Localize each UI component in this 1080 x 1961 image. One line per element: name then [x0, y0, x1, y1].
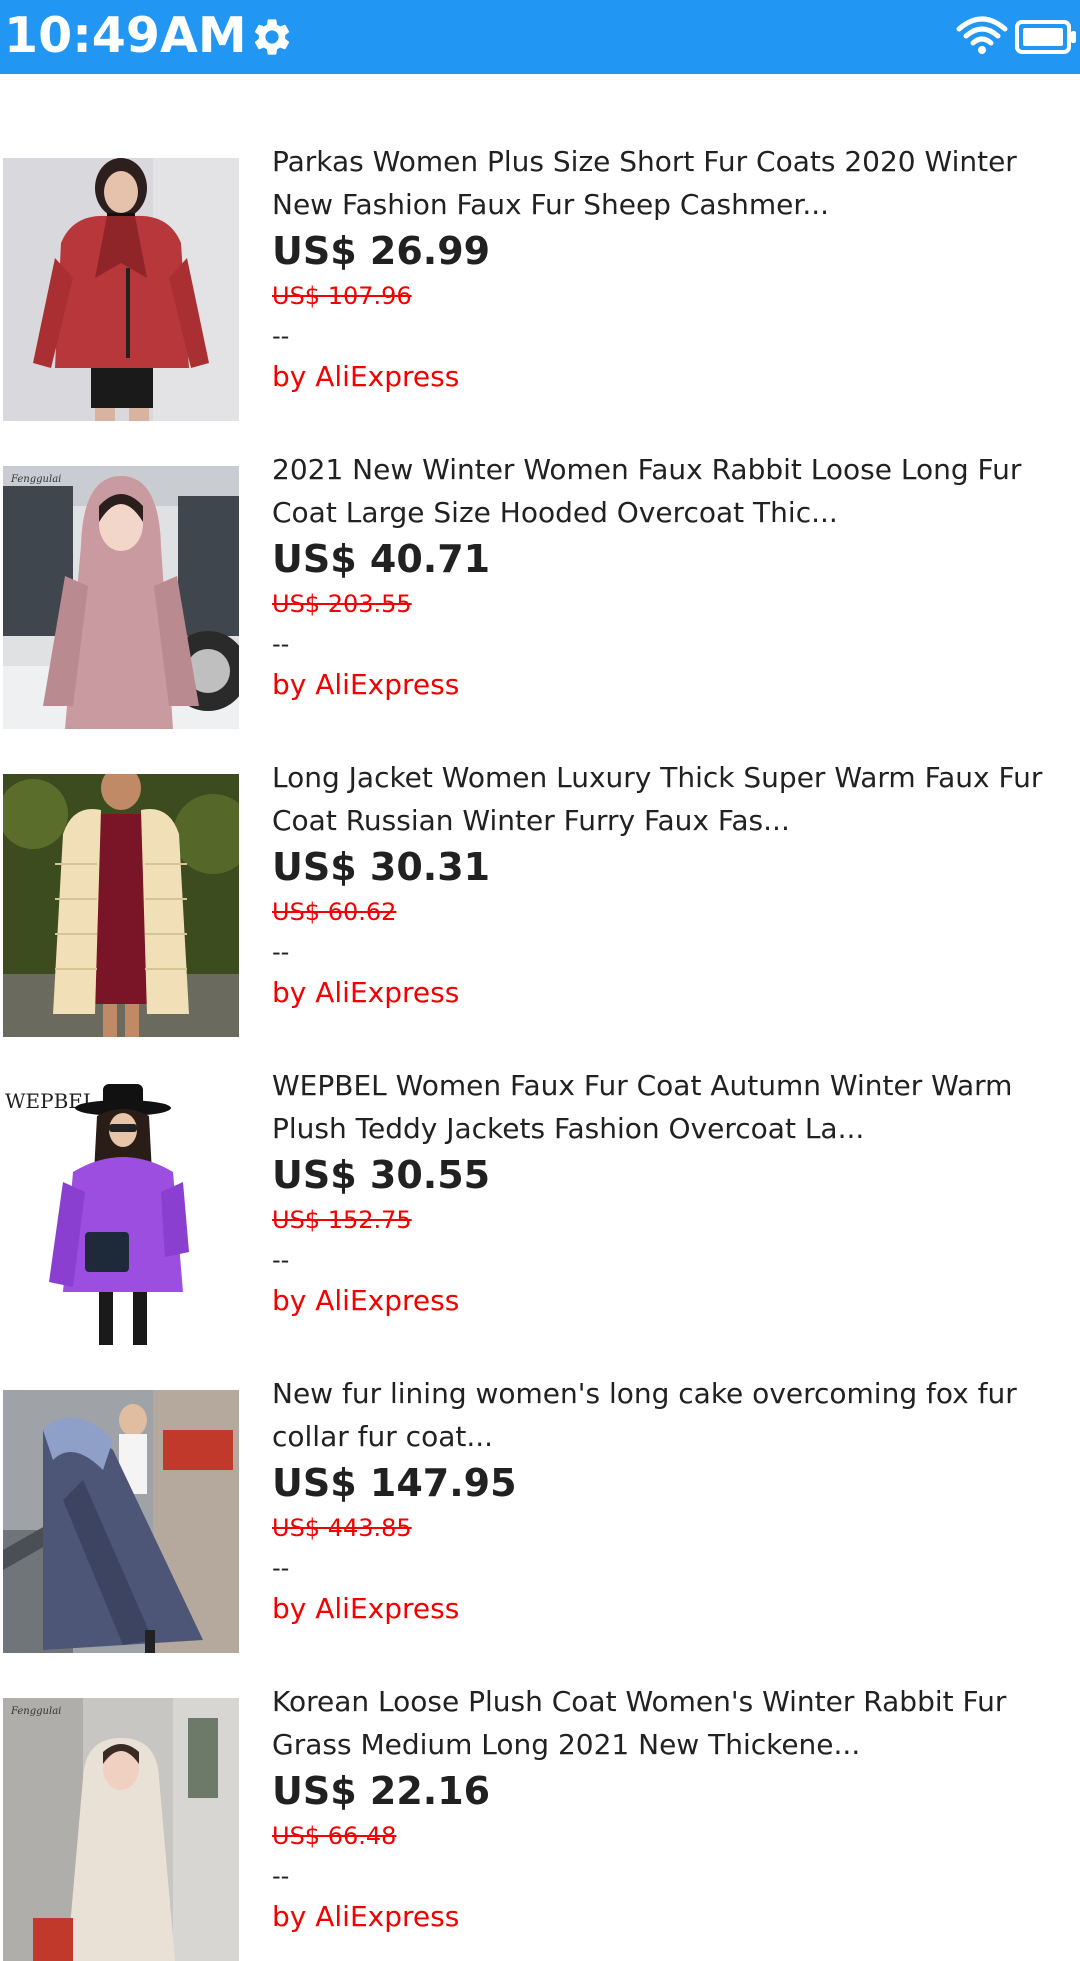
- status-time: 10:49AM: [4, 7, 247, 64]
- product-original-price: US$ 203.55: [272, 590, 412, 618]
- product-original-price: US$ 66.48: [272, 1822, 397, 1850]
- product-price: US$ 30.31: [272, 845, 491, 889]
- product-item[interactable]: Long Jacket Women Luxury Thick Super War…: [0, 690, 1080, 1037]
- product-original-price: US$ 443.85: [272, 1514, 412, 1542]
- product-seller[interactable]: by AliExpress: [272, 1896, 1072, 1938]
- product-title[interactable]: New fur lining women's long cake overcom…: [272, 1372, 1072, 1458]
- product-info: Parkas Women Plus Size Short Fur Coats 2…: [272, 140, 1072, 398]
- beige-plush-coat-photo: Fenggulai: [3, 1698, 239, 1961]
- product-rating: --: [272, 1862, 290, 1890]
- product-title[interactable]: Long Jacket Women Luxury Thick Super War…: [272, 756, 1072, 842]
- product-original-price: US$ 152.75: [272, 1206, 412, 1234]
- watermark-text: Fenggulai: [10, 1706, 61, 1717]
- product-rating: --: [272, 630, 290, 658]
- product-original-price: US$ 60.62: [272, 898, 397, 926]
- product-rating: --: [272, 1246, 290, 1274]
- product-info: Korean Loose Plush Coat Women's Winter R…: [272, 1680, 1072, 1938]
- product-rating: --: [272, 1554, 290, 1582]
- product-price: US$ 26.99: [272, 229, 491, 273]
- product-item[interactable]: Fenggulai Korean Loose Plush Coat Women'…: [0, 1614, 1080, 1961]
- product-info: WEPBEL Women Faux Fur Coat Autumn Winter…: [272, 1064, 1072, 1322]
- gear-icon: [254, 19, 290, 55]
- product-price: US$ 147.95: [272, 1461, 517, 1505]
- product-info: New fur lining women's long cake overcom…: [272, 1372, 1072, 1630]
- product-title[interactable]: 2021 New Winter Women Faux Rabbit Loose …: [272, 448, 1072, 534]
- product-info: 2021 New Winter Women Faux Rabbit Loose …: [272, 448, 1072, 706]
- battery-icon: [1015, 20, 1076, 54]
- product-rating: --: [272, 938, 290, 966]
- product-item[interactable]: New fur lining women's long cake overcom…: [0, 1306, 1080, 1653]
- product-rating: --: [272, 322, 290, 350]
- product-price: US$ 22.16: [272, 1769, 491, 1813]
- status-bar: 10:49AM: [0, 0, 1080, 74]
- product-item[interactable]: WEPBEL WEPBEL Women Faux Fur Coat Autumn…: [0, 998, 1080, 1345]
- product-title[interactable]: Korean Loose Plush Coat Women's Winter R…: [272, 1680, 1072, 1766]
- product-title[interactable]: WEPBEL Women Faux Fur Coat Autumn Winter…: [272, 1064, 1072, 1150]
- product-item[interactable]: Fenggulai 2021 New Winter Women Faux Rab…: [0, 382, 1080, 729]
- watermark-text: Fenggulai: [10, 474, 61, 485]
- product-original-price: US$ 107.96: [272, 282, 412, 310]
- wifi-icon: [956, 16, 1008, 54]
- product-price: US$ 30.55: [272, 1153, 491, 1197]
- product-info: Long Jacket Women Luxury Thick Super War…: [272, 756, 1072, 1014]
- product-item[interactable]: Parkas Women Plus Size Short Fur Coats 2…: [0, 74, 1080, 421]
- product-image[interactable]: Fenggulai: [3, 1698, 239, 1961]
- product-price: US$ 40.71: [272, 537, 491, 581]
- product-title[interactable]: Parkas Women Plus Size Short Fur Coats 2…: [272, 140, 1072, 226]
